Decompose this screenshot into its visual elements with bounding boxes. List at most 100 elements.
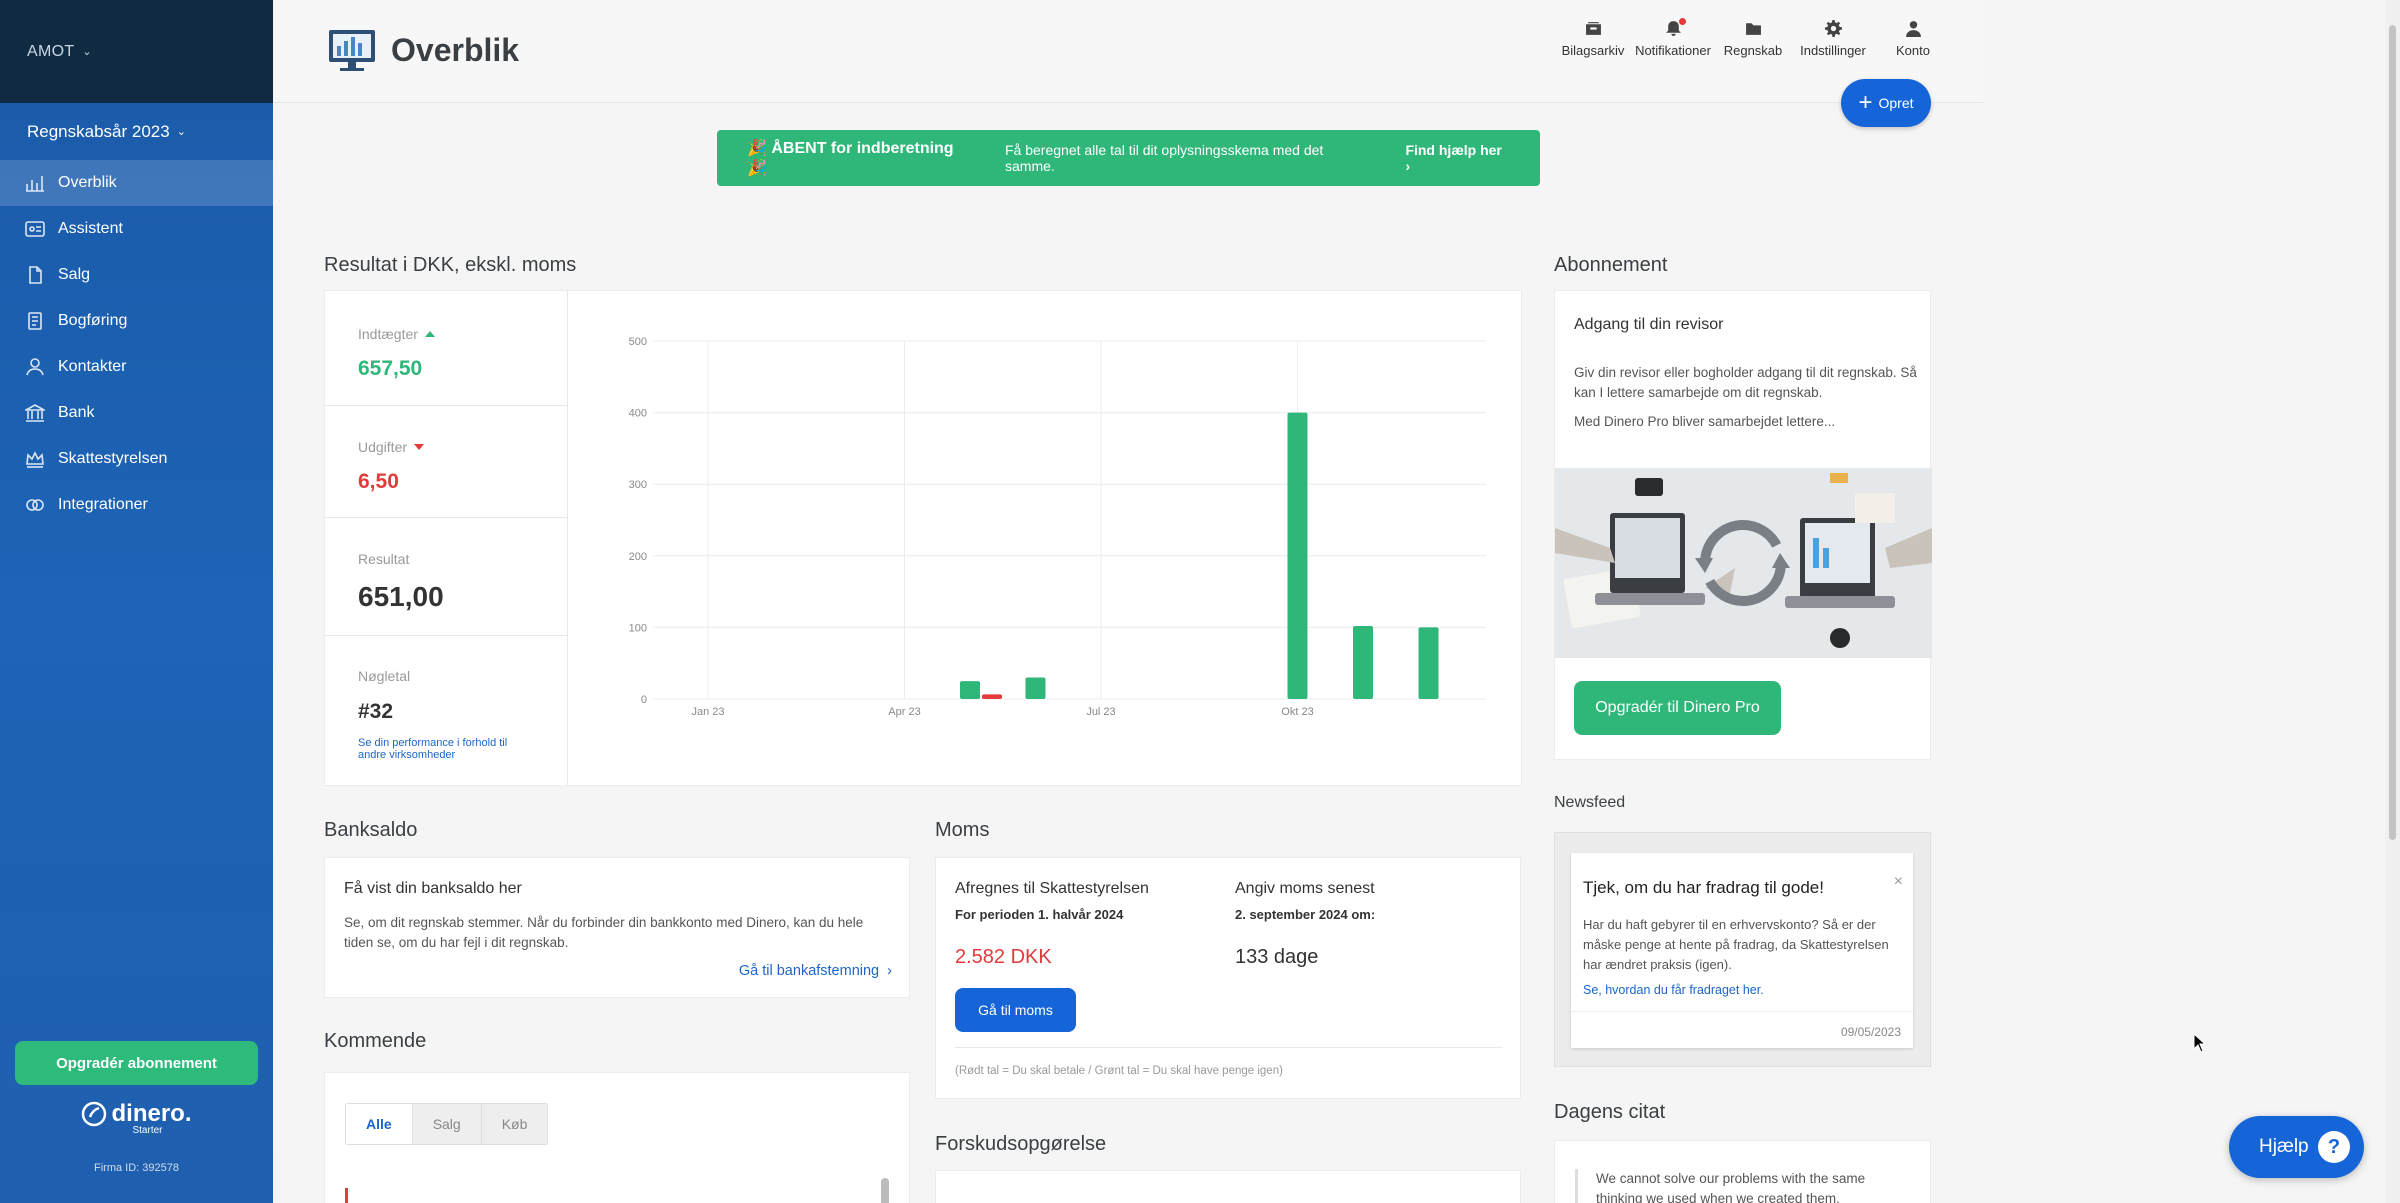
- scroll-handle[interactable]: [881, 1178, 889, 1203]
- kpi-expense[interactable]: Udgifter 6,50: [325, 406, 567, 518]
- x-tick-label: Jul 23: [1086, 706, 1115, 718]
- moms-amount: 2.582 DKK: [955, 946, 1052, 968]
- help-button[interactable]: Hjælp ?: [2229, 1116, 2364, 1178]
- dinero-logo-icon: [82, 1101, 107, 1127]
- y-tick-label: 300: [629, 479, 647, 491]
- sidebar-item-bogforing[interactable]: Bogføring: [0, 298, 273, 344]
- moms-deadline-heading: Angiv moms senest: [1235, 880, 1375, 897]
- kpi-income[interactable]: Indtægter 657,50: [325, 291, 567, 406]
- sidebar-item-label: Skattestyrelsen: [58, 450, 168, 467]
- tab-salg[interactable]: Salg: [411, 1104, 481, 1144]
- tab-alle[interactable]: Alle: [346, 1104, 412, 1144]
- chevron-down-icon: ⌄: [176, 126, 186, 138]
- result-value: 651,00: [358, 581, 444, 612]
- nav-konto[interactable]: Konto: [1873, 20, 1953, 58]
- create-label: Opret: [1878, 95, 1914, 111]
- integration-icon: [24, 495, 46, 515]
- moms-card: Afregnes til Skattestyrelsen For periode…: [935, 857, 1521, 1099]
- monitor-chart-icon: [329, 30, 375, 71]
- sidebar-item-label: Salg: [58, 266, 91, 283]
- kpi-value: #32: [358, 700, 394, 723]
- close-icon[interactable]: ×: [1894, 873, 1903, 891]
- crown-icon: [24, 449, 46, 469]
- brand-name: dinero.: [111, 1100, 192, 1127]
- sidebar-item-label: Assistent: [58, 220, 123, 237]
- top-header: Overblik Bilagsarkiv Notifikationer Regn…: [273, 0, 1983, 103]
- nav-indstillinger[interactable]: Indstillinger: [1793, 20, 1873, 58]
- subscription-section-title: Abonnement: [1554, 254, 1668, 276]
- sidebar-item-integrationer[interactable]: Integrationer: [0, 482, 273, 528]
- y-tick-label: 500: [629, 336, 647, 348]
- kpi-label: Nøgletal: [358, 668, 411, 684]
- moms-note: (Rødt tal = Du skal betale / Grønt tal =…: [955, 1065, 1283, 1077]
- sidebar-item-label: Bank: [58, 404, 95, 421]
- go-to-moms-button[interactable]: Gå til moms: [955, 988, 1076, 1032]
- document-icon: [24, 265, 46, 285]
- help-chat-icon: ?: [2318, 1131, 2350, 1163]
- sidebar-item-assistent[interactable]: Assistent: [0, 206, 273, 252]
- help-label: Hjælp: [2259, 1136, 2309, 1157]
- chevron-down-icon: ⌄: [82, 46, 92, 58]
- subscription-heading: Adgang til din revisor: [1574, 316, 1724, 333]
- sidebar-item-overblik[interactable]: Overblik: [0, 160, 273, 206]
- create-button[interactable]: + Opret: [1841, 79, 1931, 127]
- sidebar-item-bank[interactable]: Bank: [0, 390, 273, 436]
- sidebar-item-label: Integrationer: [58, 496, 148, 513]
- gear-icon: [1824, 20, 1842, 37]
- nav-notifikationer[interactable]: Notifikationer: [1633, 18, 1713, 58]
- x-tick-label: Apr 23: [888, 706, 920, 718]
- kpi-result: Resultat 651,00: [325, 518, 567, 636]
- kpi-column: Indtægter 657,50 Udgifter 6,50 Resultat …: [325, 291, 568, 785]
- x-tick-label: Okt 23: [1281, 706, 1313, 718]
- banner-help-link[interactable]: Find hjælp her ›: [1405, 142, 1510, 174]
- scrollbar-thumb[interactable]: [2389, 25, 2396, 840]
- page-scrollbar[interactable]: [2385, 0, 2400, 1203]
- bar-income: [1418, 627, 1439, 699]
- result-bar-chart: 0 100 200 300 400 500 Jan 23 Apr 23 Jul 23 Okt 23: [629, 336, 1486, 718]
- top-nav: Bilagsarkiv Notifikationer Regnskab Inds…: [1553, 18, 1953, 58]
- divider: [955, 1047, 1502, 1048]
- upgrade-pro-button[interactable]: Opgradér til Dinero Pro: [1574, 681, 1781, 735]
- chart-bar-icon: [24, 173, 46, 193]
- fiscal-year-selector[interactable]: Regnskabsår 2023 ⌄: [0, 103, 273, 160]
- nav-label: Notifikationer: [1635, 43, 1711, 58]
- reporting-banner: 🎉 ÅBENT for indberetning 🎉 Få beregnet a…: [717, 130, 1540, 186]
- bank-reconciliation-link[interactable]: Gå til bankafstemning ›: [739, 963, 892, 979]
- upcoming-tabs: Alle Salg Køb: [345, 1103, 549, 1145]
- company-selector[interactable]: AMOT ⌄: [0, 0, 273, 103]
- person-icon: [24, 357, 46, 377]
- sidebar-item-label: Bogføring: [58, 312, 128, 329]
- result-label: Resultat: [358, 551, 410, 567]
- company-name: AMOT: [27, 42, 75, 60]
- expense-value: 6,50: [358, 470, 399, 493]
- y-tick-label: 400: [629, 408, 647, 420]
- performance-link[interactable]: Se din performance i forhold til andre v…: [358, 737, 533, 761]
- nav-bilagsarkiv[interactable]: Bilagsarkiv: [1553, 20, 1633, 58]
- bank-text: Se, om dit regnskab stemmer. Når du forb…: [344, 915, 864, 950]
- banner-title: 🎉 ÅBENT for indberetning 🎉: [747, 140, 954, 177]
- bar-expense: [982, 694, 1002, 699]
- x-tick-label: Jan 23: [691, 706, 724, 718]
- divider: [1571, 1011, 1913, 1012]
- nav-regnskab[interactable]: Regnskab: [1713, 20, 1793, 58]
- sidebar: AMOT ⌄ Regnskabsår 2023 ⌄ Overblik Assis…: [0, 0, 273, 1203]
- bar-income: [960, 681, 980, 699]
- sidebar-item-kontakter[interactable]: Kontakter: [0, 344, 273, 390]
- tab-koeb[interactable]: Køb: [480, 1104, 548, 1144]
- result-panel: Indtægter 657,50 Udgifter 6,50 Resultat …: [324, 290, 1522, 786]
- upcoming-section-title: Kommende: [324, 1030, 427, 1052]
- subscription-text: Giv din revisor eller bogholder adgang t…: [1574, 365, 1917, 400]
- moms-period: For perioden 1. halvår 2024: [955, 907, 1124, 922]
- newsfeed-section-title: Newsfeed: [1554, 794, 1626, 811]
- news-link[interactable]: Se, hvordan du får fradraget her.: [1583, 983, 1764, 997]
- y-tick-label: 100: [629, 622, 647, 634]
- sidebar-item-skattestyrelsen[interactable]: Skattestyrelsen: [0, 436, 273, 482]
- upgrade-subscription-button[interactable]: Opgradér abonnement: [15, 1041, 258, 1085]
- user-icon: [1905, 21, 1921, 37]
- sidebar-item-salg[interactable]: Salg: [0, 252, 273, 298]
- bar-income: [1287, 412, 1308, 699]
- bank-heading: Få vist din banksaldo her: [344, 880, 522, 897]
- income-value: 657,50: [358, 357, 423, 380]
- plan-tier: Starter: [132, 1125, 163, 1136]
- fiscal-year-label: Regnskabsår 2023: [27, 121, 170, 141]
